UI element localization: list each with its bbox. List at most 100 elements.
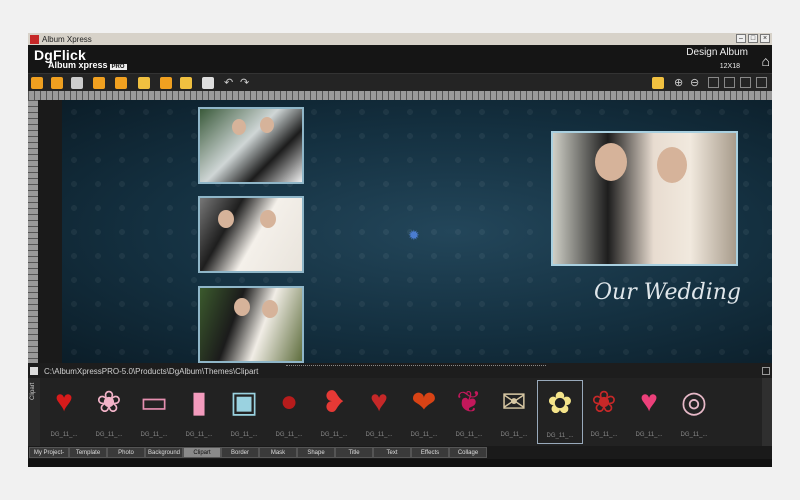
close-button[interactable]: × bbox=[760, 34, 770, 43]
main-photo-frame[interactable] bbox=[551, 131, 738, 266]
effects-icon[interactable] bbox=[138, 77, 150, 89]
clipart-item[interactable]: ▣ DG_11_... bbox=[222, 380, 266, 442]
face-shape bbox=[260, 117, 274, 133]
open-icon[interactable] bbox=[31, 77, 43, 89]
clipart-side-label: Clipart bbox=[30, 382, 36, 400]
wedding-title-text[interactable]: Our Wedding bbox=[594, 280, 741, 305]
maximize-button[interactable]: □ bbox=[748, 34, 758, 43]
zoom-in-icon[interactable]: ⊕ bbox=[674, 77, 686, 89]
clipart-item[interactable]: ♥ DG_11_... bbox=[357, 380, 401, 442]
pink-tag-icon: ▮ bbox=[190, 385, 208, 419]
zoom-out-icon[interactable]: ⊖ bbox=[690, 77, 702, 89]
panel-menu-icon[interactable] bbox=[762, 367, 770, 375]
clipart-item[interactable]: ▮ DG_11_... bbox=[177, 380, 221, 442]
tab-shape[interactable]: Shape bbox=[297, 447, 335, 458]
clipart-item[interactable]: ▭ DG_11_... bbox=[132, 380, 176, 442]
clipart-item[interactable]: ♥ DG_11_... bbox=[627, 380, 671, 442]
minimize-button[interactable]: – bbox=[736, 34, 746, 43]
clipart-item[interactable]: ❥ DG_11_... bbox=[312, 380, 356, 442]
tab-text[interactable]: Text bbox=[373, 447, 411, 458]
heart-pair-icon: ♥ bbox=[370, 385, 388, 418]
tab-template[interactable]: Template bbox=[69, 447, 107, 458]
face-shape bbox=[657, 147, 687, 183]
clipart-item-label: DG_11_... bbox=[590, 432, 618, 438]
face-shape bbox=[218, 210, 234, 228]
rose-heart-icon: ❦ bbox=[456, 385, 482, 419]
photo-frame-1[interactable] bbox=[198, 107, 304, 184]
clipart-item-label: DG_11_... bbox=[500, 432, 528, 438]
clipart-side-tab[interactable]: Clipart bbox=[28, 378, 40, 446]
fit-view-icon[interactable] bbox=[756, 77, 767, 88]
clipart-item-label: DG_11_... bbox=[410, 432, 438, 438]
photo-frame-2[interactable] bbox=[198, 196, 304, 273]
pin-icon[interactable] bbox=[30, 367, 38, 375]
clipart-item[interactable]: ♥ DG_11_... bbox=[42, 380, 86, 442]
logo: DgFlick Album xpress PRO bbox=[34, 47, 127, 70]
clipart-item[interactable]: ◎ DG_11_... bbox=[672, 380, 716, 442]
wedding-rings-icon: ◎ bbox=[680, 385, 708, 419]
heart-ring-icon: ❤ bbox=[411, 385, 437, 419]
tab-effects[interactable]: Effects bbox=[411, 447, 449, 458]
canvas-margin bbox=[38, 100, 62, 363]
clipart-item[interactable]: ● DG_11_... bbox=[267, 380, 311, 442]
tab-background[interactable]: Background bbox=[145, 447, 183, 458]
clipart-item-label: DG_11_... bbox=[95, 432, 123, 438]
grid-view-icon[interactable] bbox=[724, 77, 735, 88]
wand-icon[interactable] bbox=[202, 77, 214, 89]
rotate-icon[interactable] bbox=[180, 77, 192, 89]
product-name: Album xpress bbox=[48, 60, 108, 70]
clipart-item[interactable]: ❀ DG_11_... bbox=[87, 380, 131, 442]
tab-collage[interactable]: Collage bbox=[449, 447, 487, 458]
face-shape bbox=[232, 119, 246, 135]
undo-icon[interactable]: ↶ bbox=[224, 77, 236, 89]
face-shape bbox=[595, 143, 627, 181]
gear-icon[interactable]: ✹ bbox=[408, 227, 420, 244]
toolbar: ↶ ↷ ⊕ ⊖ bbox=[28, 73, 772, 92]
top-ruler bbox=[28, 91, 772, 100]
export-icon[interactable] bbox=[93, 77, 105, 89]
wedding-card-icon: ✉ bbox=[501, 385, 527, 419]
print-icon[interactable] bbox=[115, 77, 127, 89]
clipart-item[interactable]: ✉ DG_11_... bbox=[492, 380, 536, 442]
page-icon[interactable] bbox=[71, 77, 83, 89]
title-bar: Album Xpress – □ × bbox=[28, 33, 772, 45]
tools-icon[interactable] bbox=[160, 77, 172, 89]
photo-frame-3[interactable] bbox=[198, 286, 304, 363]
design-title: Design Album bbox=[686, 47, 748, 58]
clipart-item-label: DG_11_... bbox=[50, 432, 78, 438]
gallery-scrollbar[interactable] bbox=[762, 378, 772, 446]
album-canvas[interactable]: ✹ Our Wedding bbox=[62, 100, 772, 363]
single-view-icon[interactable] bbox=[708, 77, 719, 88]
home-icon[interactable]: ⌂ bbox=[762, 53, 770, 69]
pink-heart-icon: ♥ bbox=[640, 385, 658, 418]
clipart-item[interactable]: ❤ DG_11_... bbox=[402, 380, 446, 442]
clipart-item[interactable]: ❦ DG_11_... bbox=[447, 380, 491, 442]
clipart-item-label: DG_11_... bbox=[635, 432, 663, 438]
window-title: Album Xpress bbox=[42, 34, 92, 44]
face-shape bbox=[262, 300, 278, 318]
hand-icon[interactable] bbox=[652, 77, 664, 89]
face-shape bbox=[234, 298, 250, 316]
flower-bouquet-icon: ✿ bbox=[547, 386, 573, 420]
tab-title[interactable]: Title bbox=[335, 447, 373, 458]
tab-clipart[interactable]: Clipart bbox=[183, 447, 221, 458]
clipart-item[interactable]: ❀ DG_11_... bbox=[582, 380, 626, 442]
clipart-item[interactable]: ✿ DG_11_... bbox=[537, 380, 583, 444]
pink-card-icon: ▭ bbox=[139, 385, 169, 419]
tab-mask[interactable]: Mask bbox=[259, 447, 297, 458]
clipart-item-label: DG_11_... bbox=[140, 432, 168, 438]
pro-badge: PRO bbox=[109, 64, 127, 70]
split-view-icon[interactable] bbox=[740, 77, 751, 88]
save-icon[interactable] bbox=[51, 77, 63, 89]
tab-border[interactable]: Border bbox=[221, 447, 259, 458]
panel-tabs: My Project-0...TemplatePhotoBackgroundCl… bbox=[28, 446, 772, 466]
clipart-item-label: DG_11_... bbox=[455, 432, 483, 438]
tab-my-project-0[interactable]: My Project-0... bbox=[29, 447, 69, 466]
clipart-item-label: DG_11_... bbox=[230, 432, 258, 438]
album-size: 12X18 bbox=[719, 63, 740, 70]
redo-icon[interactable]: ↷ bbox=[240, 77, 252, 89]
heart-seal-icon: ● bbox=[279, 385, 299, 418]
tab-photo[interactable]: Photo bbox=[107, 447, 145, 458]
splitter-handle[interactable] bbox=[286, 365, 546, 368]
clipart-item-label: DG_11_... bbox=[275, 432, 303, 438]
